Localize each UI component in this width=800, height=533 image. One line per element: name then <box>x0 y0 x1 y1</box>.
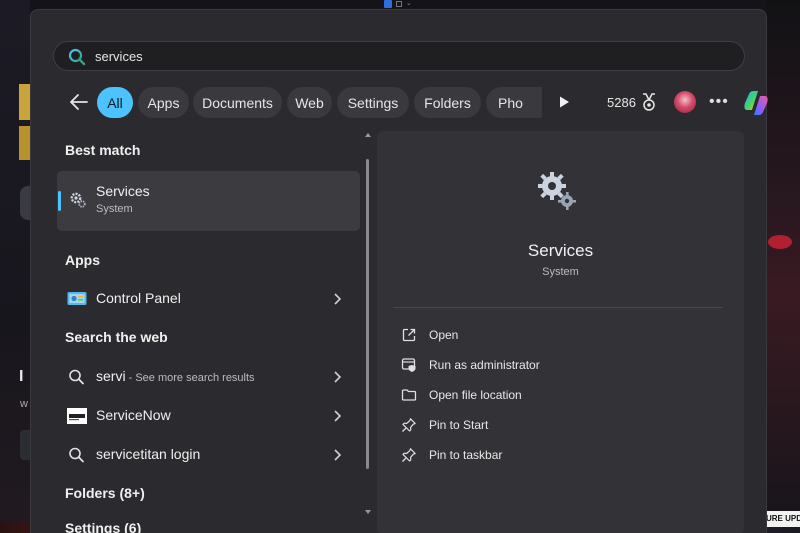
scrollbar-thumb[interactable] <box>366 159 369 469</box>
chevron-down-icon[interactable]: ⌄ <box>406 0 412 7</box>
start-search-panel: services All Apps Documents Web Settings… <box>30 9 768 533</box>
action-label: Pin to Start <box>429 418 489 432</box>
web-result-suffix: - See more search results <box>125 372 255 384</box>
web-result-label: servicetitan login <box>96 446 201 462</box>
best-match-item[interactable]: Services System <box>57 171 360 231</box>
folders-heading[interactable]: Folders (8+) <box>65 485 145 501</box>
top-snap-bar[interactable]: ⌄ <box>380 0 416 9</box>
chevron-right-icon[interactable] <box>331 370 343 384</box>
detail-subtitle: System <box>542 266 579 278</box>
best-match-subtitle: System <box>96 203 133 215</box>
best-match-title: Services <box>96 183 150 199</box>
background-box <box>20 430 30 460</box>
action-run-as-admin[interactable]: Run as administrator <box>401 354 701 378</box>
apps-heading: Apps <box>65 252 100 268</box>
background-right-strip <box>766 0 800 533</box>
search-query-text[interactable]: services <box>95 49 143 64</box>
avatar[interactable] <box>674 91 696 113</box>
copilot-icon[interactable] <box>741 88 771 118</box>
servicenow-icon <box>67 408 87 424</box>
app-result-label: Control Panel <box>96 290 181 306</box>
web-result-servicetitan[interactable]: servicetitan login <box>57 437 360 473</box>
filter-web[interactable]: Web <box>287 87 332 118</box>
web-result-servi[interactable]: servi - See more search results <box>57 359 360 395</box>
snap-grid-icon[interactable] <box>396 1 402 7</box>
filter-settings[interactable]: Settings <box>337 87 409 118</box>
filter-all[interactable]: All <box>97 87 133 118</box>
background-letter: I <box>19 368 24 385</box>
app-result-control-panel[interactable]: Control Panel <box>57 281 360 317</box>
action-label: Run as administrator <box>429 358 540 372</box>
control-panel-icon <box>67 292 87 305</box>
snap-layout-icon[interactable] <box>384 0 392 8</box>
filter-documents[interactable]: Documents <box>193 87 282 118</box>
shield-window-icon <box>401 358 416 372</box>
action-pin-to-taskbar[interactable]: Pin to taskbar <box>401 444 701 468</box>
action-label: Open file location <box>429 388 522 402</box>
pin-icon <box>402 418 416 432</box>
gear-icon <box>70 192 86 208</box>
background-gold-block <box>19 126 30 160</box>
detail-divider <box>393 307 723 308</box>
medal-icon[interactable] <box>640 92 658 112</box>
web-result-query: servi <box>96 368 126 384</box>
scroll-down-icon[interactable] <box>364 508 372 516</box>
chevron-right-icon[interactable] <box>331 448 343 462</box>
web-result-label: ServiceNow <box>96 407 171 423</box>
search-icon <box>68 48 86 66</box>
pin-icon <box>402 448 416 462</box>
background-pill <box>20 186 30 220</box>
rewards-points[interactable]: 5286 <box>607 95 636 110</box>
scroll-up-icon[interactable] <box>364 131 372 139</box>
play-icon[interactable] <box>557 95 571 109</box>
back-arrow-icon[interactable] <box>67 90 91 114</box>
detail-pane: Services System Open Run as administrato… <box>377 131 744 533</box>
filter-bar: All Apps Documents Web Settings Folders … <box>67 87 768 119</box>
search-icon <box>69 369 84 385</box>
web-result-label: servi - See more search results <box>96 368 255 384</box>
web-result-servicenow[interactable]: ServiceNow <box>57 398 360 434</box>
action-label: Open <box>429 328 459 342</box>
open-external-icon <box>402 328 416 342</box>
search-input[interactable]: services <box>53 41 745 71</box>
detail-title: Services <box>527 241 594 260</box>
results-list: Best match Services System Apps Control … <box>55 131 371 533</box>
chevron-right-icon[interactable] <box>331 409 343 423</box>
more-options-icon[interactable]: ••• <box>709 93 729 111</box>
chevron-right-icon[interactable] <box>331 292 343 306</box>
best-match-heading: Best match <box>65 142 141 158</box>
background-update-badge: URE UPDAT <box>764 511 800 527</box>
results-scrollbar[interactable] <box>364 131 372 533</box>
action-label: Pin to taskbar <box>429 448 503 462</box>
background-gold-block <box>19 84 30 120</box>
filter-folders[interactable]: Folders <box>414 87 481 118</box>
search-icon <box>69 447 84 463</box>
selection-indicator <box>58 191 61 211</box>
action-pin-to-start[interactable]: Pin to Start <box>401 414 701 438</box>
background-small-text: w <box>20 398 28 410</box>
settings-heading[interactable]: Settings (6) <box>65 520 141 533</box>
background-red-shape <box>768 235 792 249</box>
action-open-file-location[interactable]: Open file location <box>401 384 701 408</box>
filter-apps[interactable]: Apps <box>138 87 189 118</box>
filter-photos[interactable]: Pho <box>486 87 542 118</box>
folder-icon <box>401 389 417 401</box>
action-open[interactable]: Open <box>401 324 701 348</box>
gear-icon <box>538 172 576 210</box>
search-web-heading: Search the web <box>65 329 168 345</box>
